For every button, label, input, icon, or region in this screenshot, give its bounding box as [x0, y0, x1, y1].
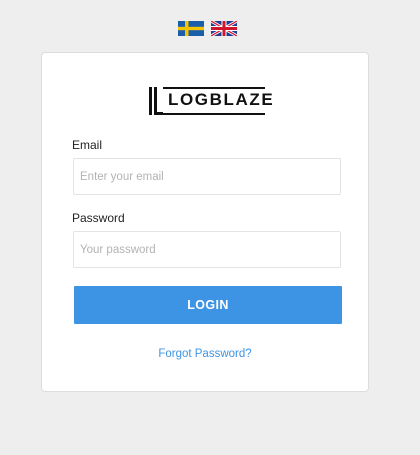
language-switcher	[178, 21, 237, 36]
login-button[interactable]: LOGIN	[74, 286, 342, 324]
sweden-flag-icon[interactable]	[178, 21, 204, 36]
login-card: LOGBLAZE Email Password LOGIN Forgot Pas…	[41, 52, 369, 392]
password-field[interactable]	[73, 231, 341, 268]
uk-flag-icon[interactable]	[211, 21, 237, 36]
forgot-password-link[interactable]: Forgot Password?	[42, 348, 368, 360]
logo-text: LOGBLAZE	[168, 90, 275, 109]
password-label: Password	[72, 211, 125, 225]
email-field[interactable]	[73, 158, 341, 195]
logblaze-logo: LOGBLAZE	[148, 84, 273, 118]
email-label: Email	[72, 138, 103, 152]
